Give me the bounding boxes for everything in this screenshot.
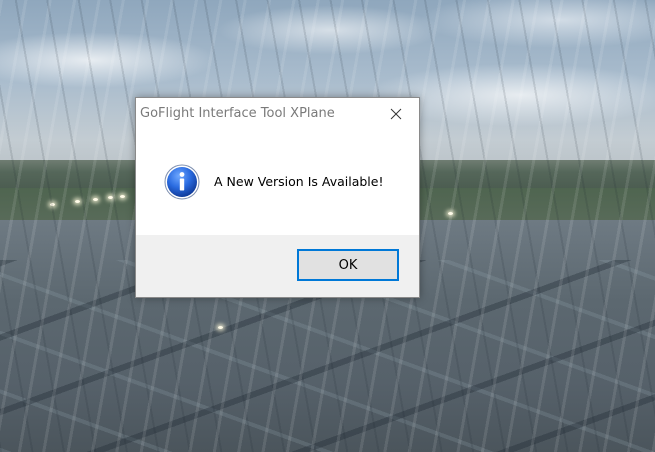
close-icon <box>390 108 402 119</box>
ok-button[interactable]: OK <box>297 249 399 281</box>
close-button[interactable] <box>373 98 419 129</box>
dialog-content: A New Version Is Available! <box>136 130 419 235</box>
dialog-footer: OK <box>136 235 419 297</box>
message-dialog: GoFlight Interface Tool XPlane A New Ver… <box>135 97 420 298</box>
info-icon <box>164 164 200 200</box>
dialog-title: GoFlight Interface Tool XPlane <box>140 106 335 121</box>
dialog-titlebar[interactable]: GoFlight Interface Tool XPlane <box>136 98 419 130</box>
dialog-message: A New Version Is Available! <box>214 174 384 189</box>
